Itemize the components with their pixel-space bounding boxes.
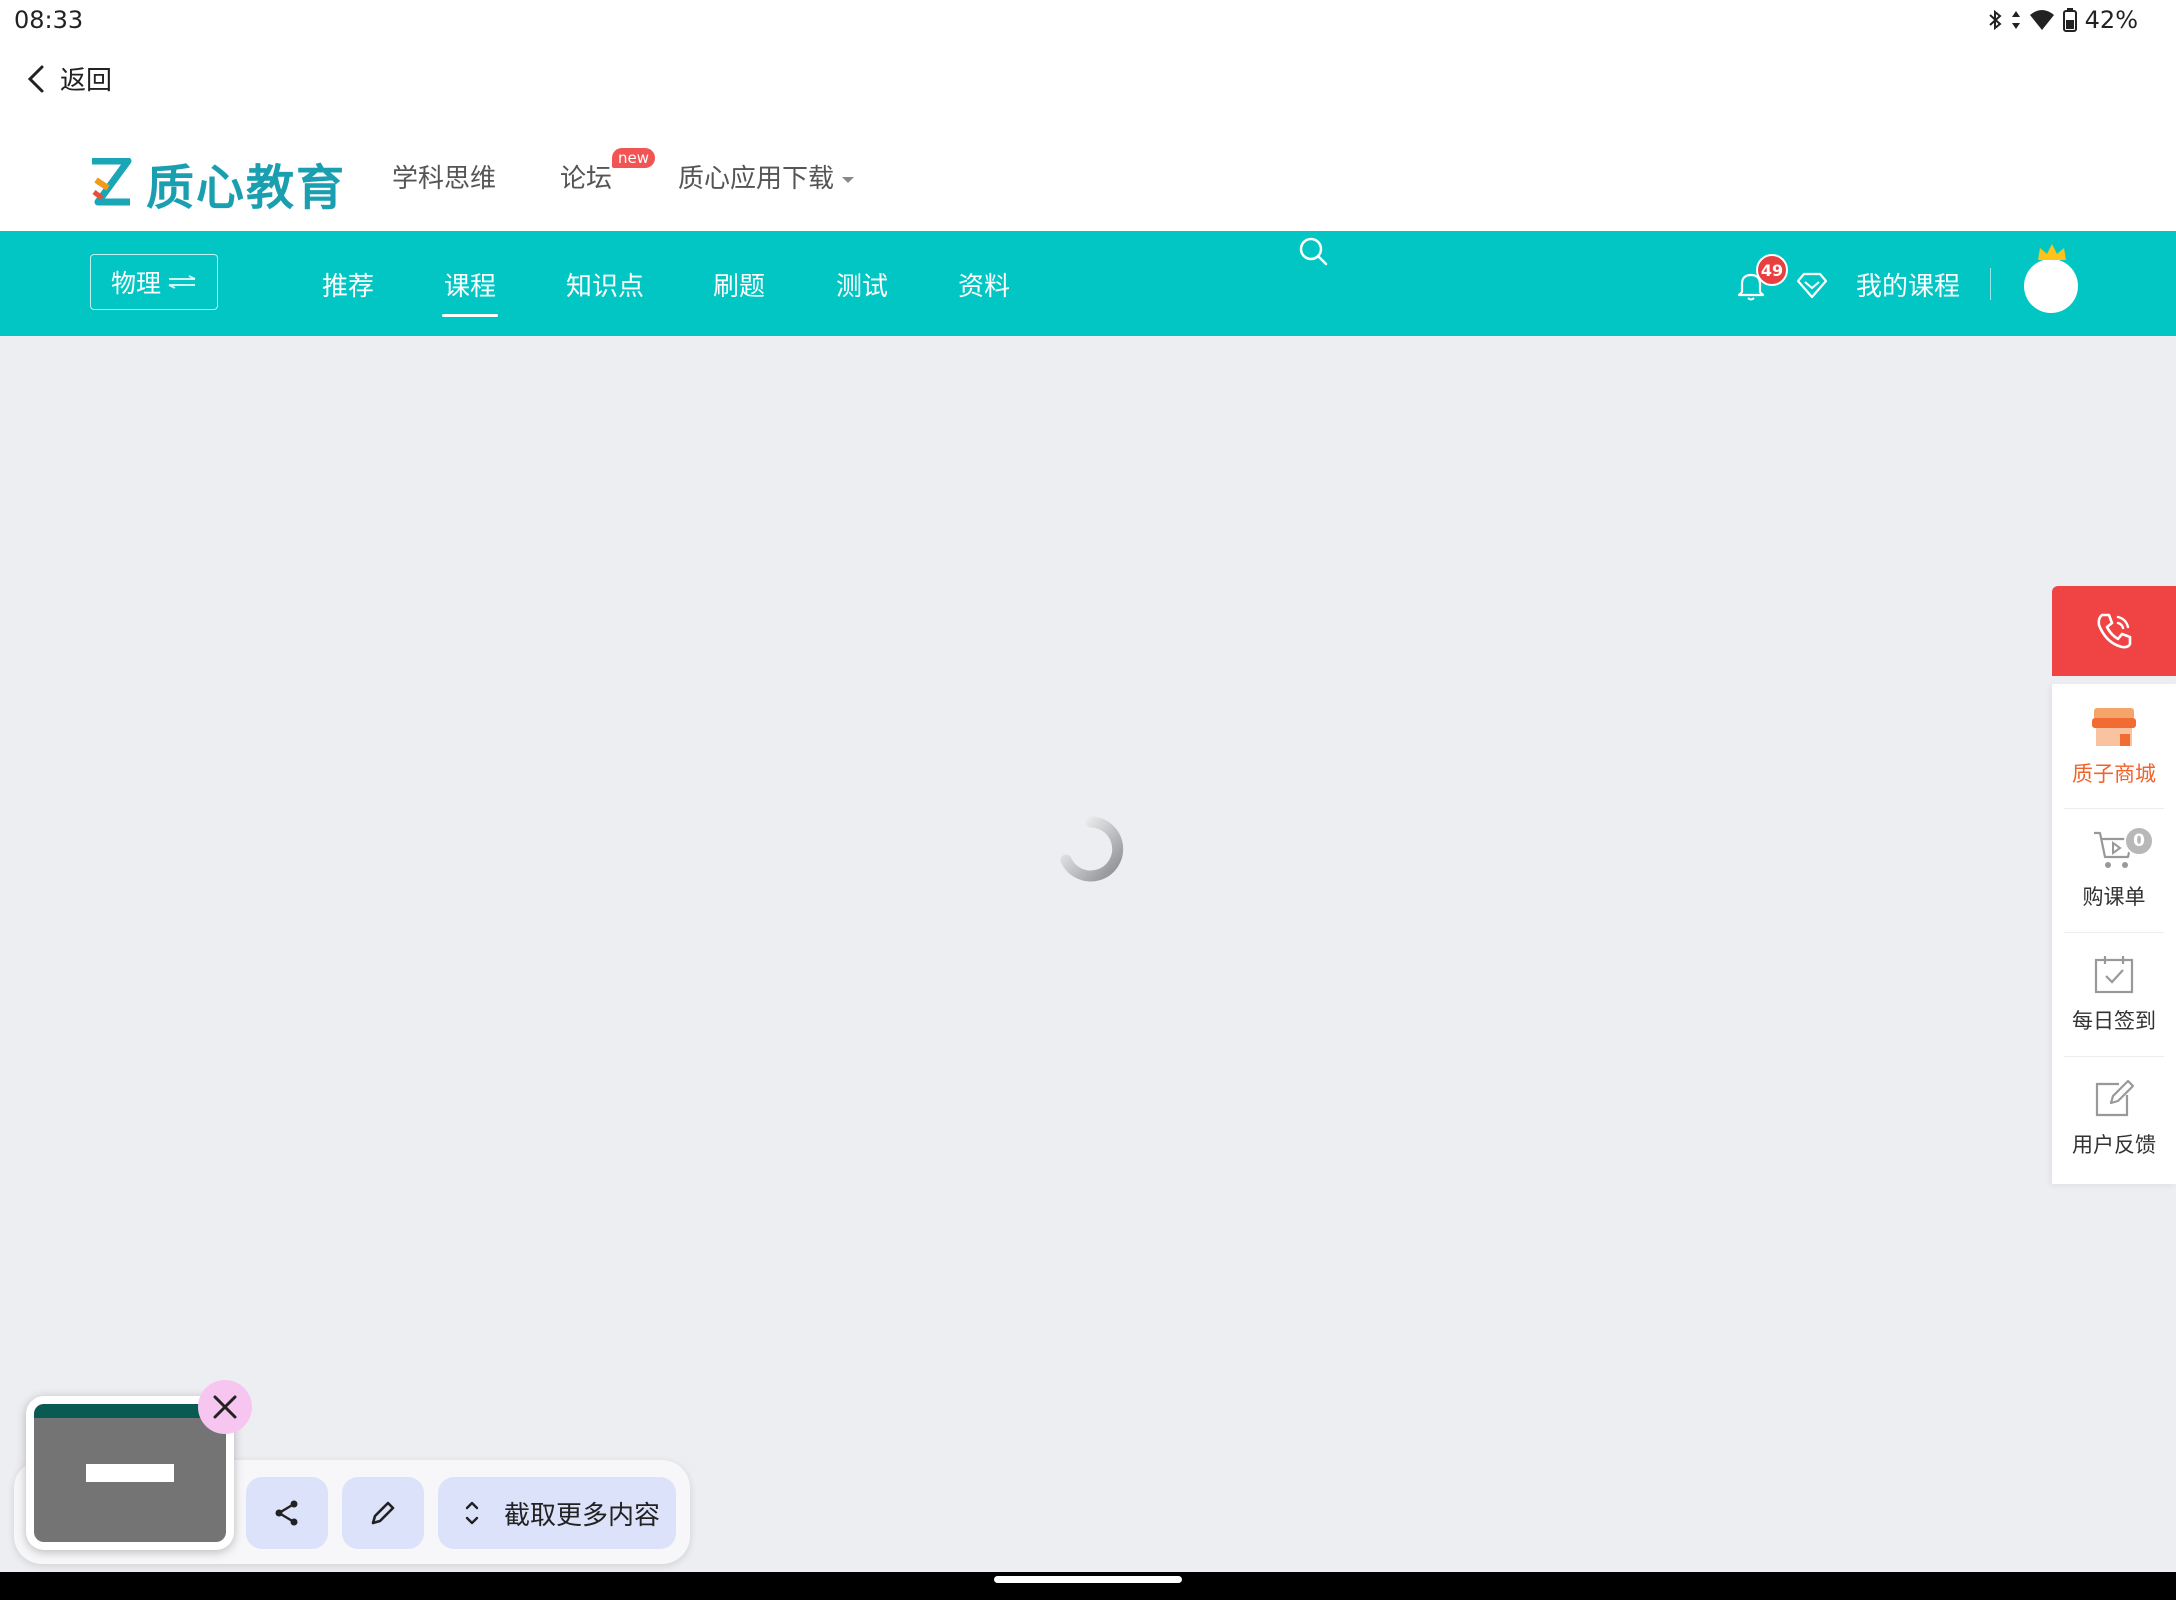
- loading-spinner: [1060, 816, 1124, 882]
- nav-subject-thinking[interactable]: 学科思维: [392, 158, 496, 195]
- side-item-shop-label: 质子商城: [2072, 762, 2156, 786]
- tab-knowledge-points[interactable]: 知识点: [566, 266, 644, 303]
- battery-percent: 42%: [2084, 6, 2138, 34]
- side-item-shop[interactable]: 质子商城: [2052, 684, 2176, 808]
- edit-icon: [2095, 1079, 2135, 1117]
- status-icons: 42%: [1987, 6, 2138, 34]
- phone-icon: [2097, 613, 2132, 649]
- vip-button[interactable]: [1796, 270, 1828, 304]
- side-panel: 质子商城 购课单 0 每日签到 用户反馈: [2052, 684, 2176, 1184]
- side-item-cart-label: 购课单: [2082, 885, 2146, 909]
- notification-badge: 49: [1756, 254, 1788, 286]
- diamond-icon: [1796, 272, 1828, 299]
- switch-icon: [168, 275, 196, 289]
- expand-vertical-icon: [465, 1501, 479, 1525]
- new-badge: new: [612, 148, 656, 168]
- edit-screenshot-button[interactable]: [342, 1477, 424, 1549]
- nav-forum[interactable]: 论坛 new: [560, 148, 656, 195]
- crown-icon: [2038, 244, 2066, 260]
- side-item-checkin-label: 每日签到: [2072, 1009, 2156, 1033]
- side-item-feedback[interactable]: 用户反馈: [2052, 1056, 2176, 1180]
- tab-courses[interactable]: 课程: [441, 266, 499, 317]
- search-button[interactable]: [1298, 236, 1330, 272]
- subject-selector[interactable]: 物理: [90, 254, 218, 310]
- scroll-capture-button[interactable]: 截取更多内容: [438, 1477, 676, 1549]
- nav-forum-label: 论坛: [560, 164, 613, 194]
- back-button[interactable]: 返回: [26, 60, 112, 97]
- thumbnail-dialog: [86, 1464, 174, 1482]
- battery-icon: [2062, 8, 2077, 32]
- divider: [1990, 268, 1991, 300]
- avatar[interactable]: [2024, 259, 2078, 313]
- close-screenshot-button[interactable]: [198, 1380, 252, 1434]
- calendar-check-icon: [2094, 956, 2134, 994]
- side-item-feedback-label: 用户反馈: [2072, 1133, 2156, 1157]
- tab-materials[interactable]: 资料: [958, 266, 1010, 303]
- tab-practice[interactable]: 刷题: [713, 266, 765, 303]
- status-bar: 08:33 42%: [0, 0, 2176, 44]
- home-gesture-bar[interactable]: [994, 1576, 1182, 1583]
- tab-recommend[interactable]: 推荐: [322, 266, 374, 303]
- side-item-checkin[interactable]: 每日签到: [2052, 932, 2176, 1056]
- bluetooth-icon: [1988, 9, 2002, 31]
- nav-app-download[interactable]: 质心应用下载: [678, 158, 855, 195]
- side-item-cart[interactable]: 购课单: [2052, 808, 2176, 932]
- status-time: 08:33: [14, 6, 84, 34]
- share-button[interactable]: [246, 1477, 328, 1549]
- wifi-icon: [2029, 10, 2054, 30]
- scroll-capture-label: 截取更多内容: [504, 1500, 661, 1531]
- logo-mark-icon: [92, 158, 132, 206]
- logo-text: 质心教育: [146, 160, 347, 216]
- tab-tests[interactable]: 测试: [836, 266, 888, 303]
- logo[interactable]: 质心教育: [90, 148, 346, 218]
- share-icon: [275, 1500, 298, 1526]
- chevron-left-icon: [27, 65, 44, 92]
- close-icon: [213, 1395, 237, 1419]
- thumbnail-preview: [34, 1404, 226, 1542]
- shop-icon: [2092, 708, 2136, 746]
- nav-app-download-label: 质心应用下载: [678, 164, 835, 194]
- data-arrows-icon: [2011, 11, 2020, 29]
- caret-down-icon: [842, 176, 855, 183]
- my-courses-link[interactable]: 我的课程: [1856, 266, 1960, 303]
- call-button[interactable]: [2052, 586, 2176, 676]
- search-icon: [1299, 237, 1328, 266]
- pencil-icon: [371, 1501, 395, 1525]
- subject-label: 物理: [110, 269, 161, 298]
- cart-badge: 0: [2124, 826, 2154, 856]
- back-label: 返回: [60, 66, 113, 96]
